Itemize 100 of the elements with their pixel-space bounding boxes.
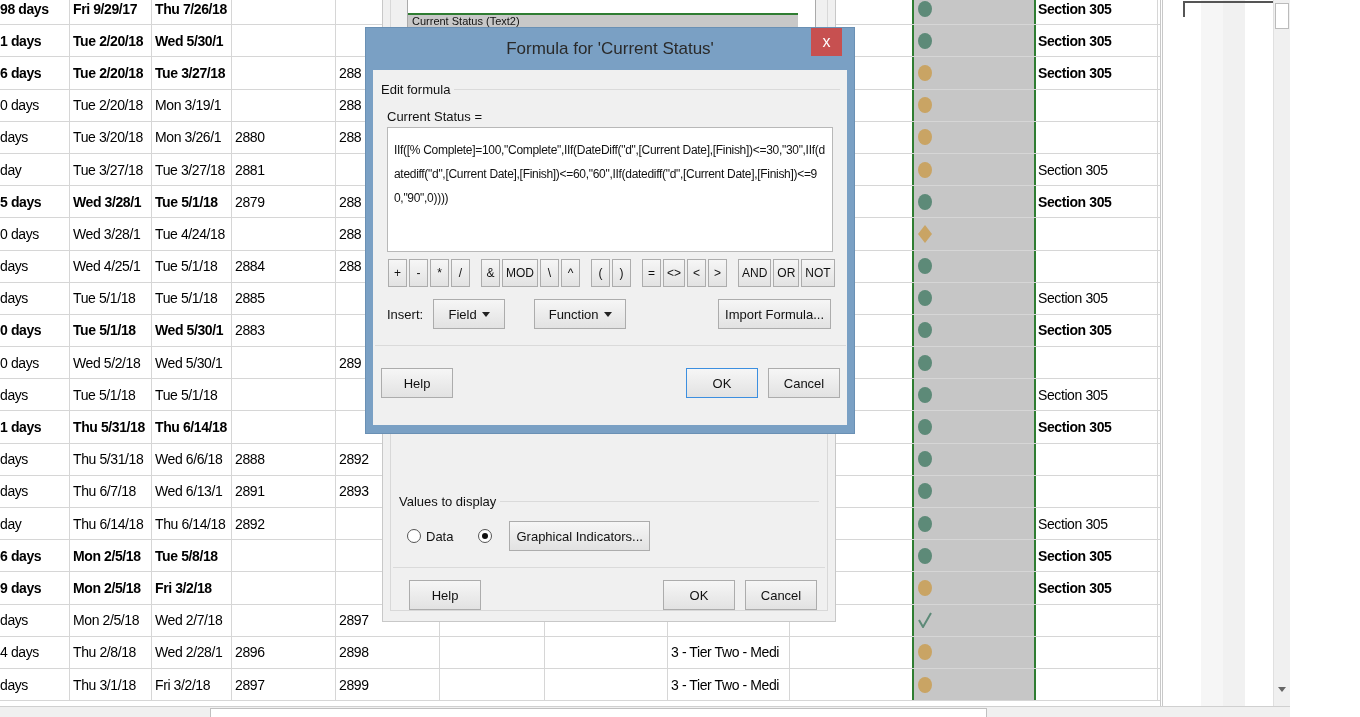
operator-button[interactable]: /: [451, 259, 470, 287]
radio-label: Data: [426, 528, 454, 544]
table-cell: Section 305: [1038, 193, 1112, 210]
table-cell: Wed 2/7/18: [155, 612, 223, 629]
table-cell: Thu 6/14/18: [73, 515, 144, 532]
table-cell: Tue 2/20/18: [73, 97, 143, 114]
field-label: Current Status =: [387, 109, 484, 124]
operator-button[interactable]: <: [687, 259, 706, 287]
dropdown-button[interactable]: Field: [433, 299, 506, 329]
table-cell: 0 days: [0, 97, 39, 114]
table-cell: 4 days: [0, 644, 39, 661]
dialog-button[interactable]: Cancel: [768, 368, 840, 398]
operator-button[interactable]: =: [642, 259, 661, 287]
dialog-button[interactable]: OK: [686, 368, 758, 398]
table-cell: 2888: [235, 451, 265, 468]
table-cell: 5 days: [0, 193, 42, 210]
table-cell: 3 - Tier Two - Medi: [671, 676, 780, 693]
table-cell: Wed 6/13/1: [155, 483, 223, 500]
table-cell: Tue 2/20/18: [73, 32, 144, 49]
table-cell: Tue 5/1/18: [73, 386, 136, 403]
table-cell: Tue 5/1/18: [73, 290, 136, 307]
table-cell: 2892: [339, 451, 369, 468]
operator-button[interactable]: (: [591, 259, 610, 287]
table-cell: days: [0, 676, 28, 693]
table-cell: Wed 4/25/1: [73, 258, 141, 275]
operator-button[interactable]: \: [540, 259, 559, 287]
scrollbar[interactable]: [1273, 0, 1290, 706]
operator-button[interactable]: -: [409, 259, 428, 287]
table-cell: Thu 2/8/18: [73, 644, 136, 661]
table-cell: days: [0, 386, 28, 403]
table-cell: Wed 5/2/18: [73, 354, 141, 371]
table-cell: 2881: [235, 161, 265, 178]
table-cell: Section 305: [1038, 161, 1108, 178]
close-button[interactable]: x: [811, 28, 842, 56]
field-list[interactable]: Current Status (Text2): [407, 0, 816, 28]
table-cell: Section 305: [1038, 547, 1112, 564]
dialog-button[interactable]: OK: [663, 580, 735, 610]
table-cell: 2893: [339, 483, 369, 500]
radio-button[interactable]: [478, 529, 493, 543]
list-item[interactable]: Current Status (Text2): [408, 13, 798, 27]
dialog-button[interactable]: Help: [381, 368, 453, 398]
table-cell: 2898: [339, 644, 369, 661]
operator-button[interactable]: *: [430, 259, 449, 287]
table-cell: Section 305: [1038, 290, 1108, 307]
table-cell: 2891: [235, 483, 265, 500]
table-cell: 2880: [235, 129, 265, 146]
table-cell: Mon 2/5/18: [73, 547, 141, 564]
operator-button[interactable]: ): [612, 259, 631, 287]
table-cell: days: [0, 258, 28, 275]
table-cell: 2896: [235, 644, 265, 661]
radio-button[interactable]: [407, 529, 421, 543]
dialog-title: Formula for 'Current Status': [506, 39, 714, 59]
operator-button[interactable]: MOD: [502, 259, 538, 287]
table-cell: Wed 5/30/1: [155, 322, 224, 339]
table-cell: Section 305: [1038, 32, 1112, 49]
table-cell: Wed 3/28/1: [73, 225, 141, 242]
operator-button[interactable]: &: [481, 259, 500, 287]
table-cell: 98 days: [0, 0, 49, 17]
table-cell: Section 305: [1038, 64, 1112, 81]
operator-button[interactable]: OR: [773, 259, 800, 287]
table-cell: Tue 4/24/18: [155, 225, 225, 242]
table-cell: days: [0, 451, 28, 468]
table-cell: 288: [339, 64, 362, 81]
caret-icon: [603, 311, 612, 317]
down-arrow-icon[interactable]: [1278, 687, 1286, 692]
import-formula-button[interactable]: Import Formula...: [718, 299, 831, 329]
table-cell: 2897: [235, 676, 265, 693]
operator-button[interactable]: >: [708, 259, 727, 287]
table-cell: Wed 5/30/1: [155, 354, 223, 371]
graphical-indicators-button[interactable]: Graphical Indicators...: [509, 521, 650, 551]
table-cell: Fri 9/29/17: [73, 0, 138, 17]
table-cell: Thu 3/1/18: [73, 676, 136, 693]
table-cell: 289: [339, 354, 362, 371]
operator-button[interactable]: AND: [738, 259, 772, 287]
table-cell: 288: [339, 193, 362, 210]
table-cell: Tue 3/27/18: [155, 161, 225, 178]
table-cell: day: [0, 515, 22, 532]
table-cell: Thu 6/7/18: [73, 483, 136, 500]
formula-field[interactable]: IIf([% Complete]=100,"Complete",IIf(DateDiff("d",[Current Date],[Finish])<=30,"30",IIf(datediff("d",[Current Date],[Finish])<=60,"60",IIf(datediff("d",[Current Date],[Finish])<=90,"90",0)))): [387, 127, 833, 252]
table-cell: Wed 5/30/1: [155, 32, 224, 49]
dropdown-button[interactable]: Function: [534, 299, 627, 329]
operator-button[interactable]: <>: [663, 259, 685, 287]
operator-button[interactable]: NOT: [801, 259, 835, 287]
table-cell: 288: [339, 258, 362, 275]
scroll-thumb[interactable]: [1275, 3, 1289, 29]
scrollbar[interactable]: [0, 706, 1290, 717]
table-cell: 6 days: [0, 547, 42, 564]
operator-button[interactable]: +: [388, 259, 407, 287]
table-cell: 3 - Tier Two - Medi: [671, 644, 780, 661]
table-cell: 0 days: [0, 322, 42, 339]
dialog-button[interactable]: Cancel: [745, 580, 817, 610]
dialog-button[interactable]: Help: [409, 580, 481, 610]
table-cell: Wed 6/6/18: [155, 451, 223, 468]
table-cell: 0 days: [0, 354, 39, 371]
table-cell: 288: [339, 129, 362, 146]
table-cell: Tue 5/1/18: [73, 322, 136, 339]
operator-button[interactable]: ^: [561, 259, 580, 287]
table-cell: Mon 2/5/18: [73, 612, 140, 629]
insert-label: Insert:: [387, 306, 424, 322]
table-cell: Mon 2/5/18: [73, 579, 141, 596]
